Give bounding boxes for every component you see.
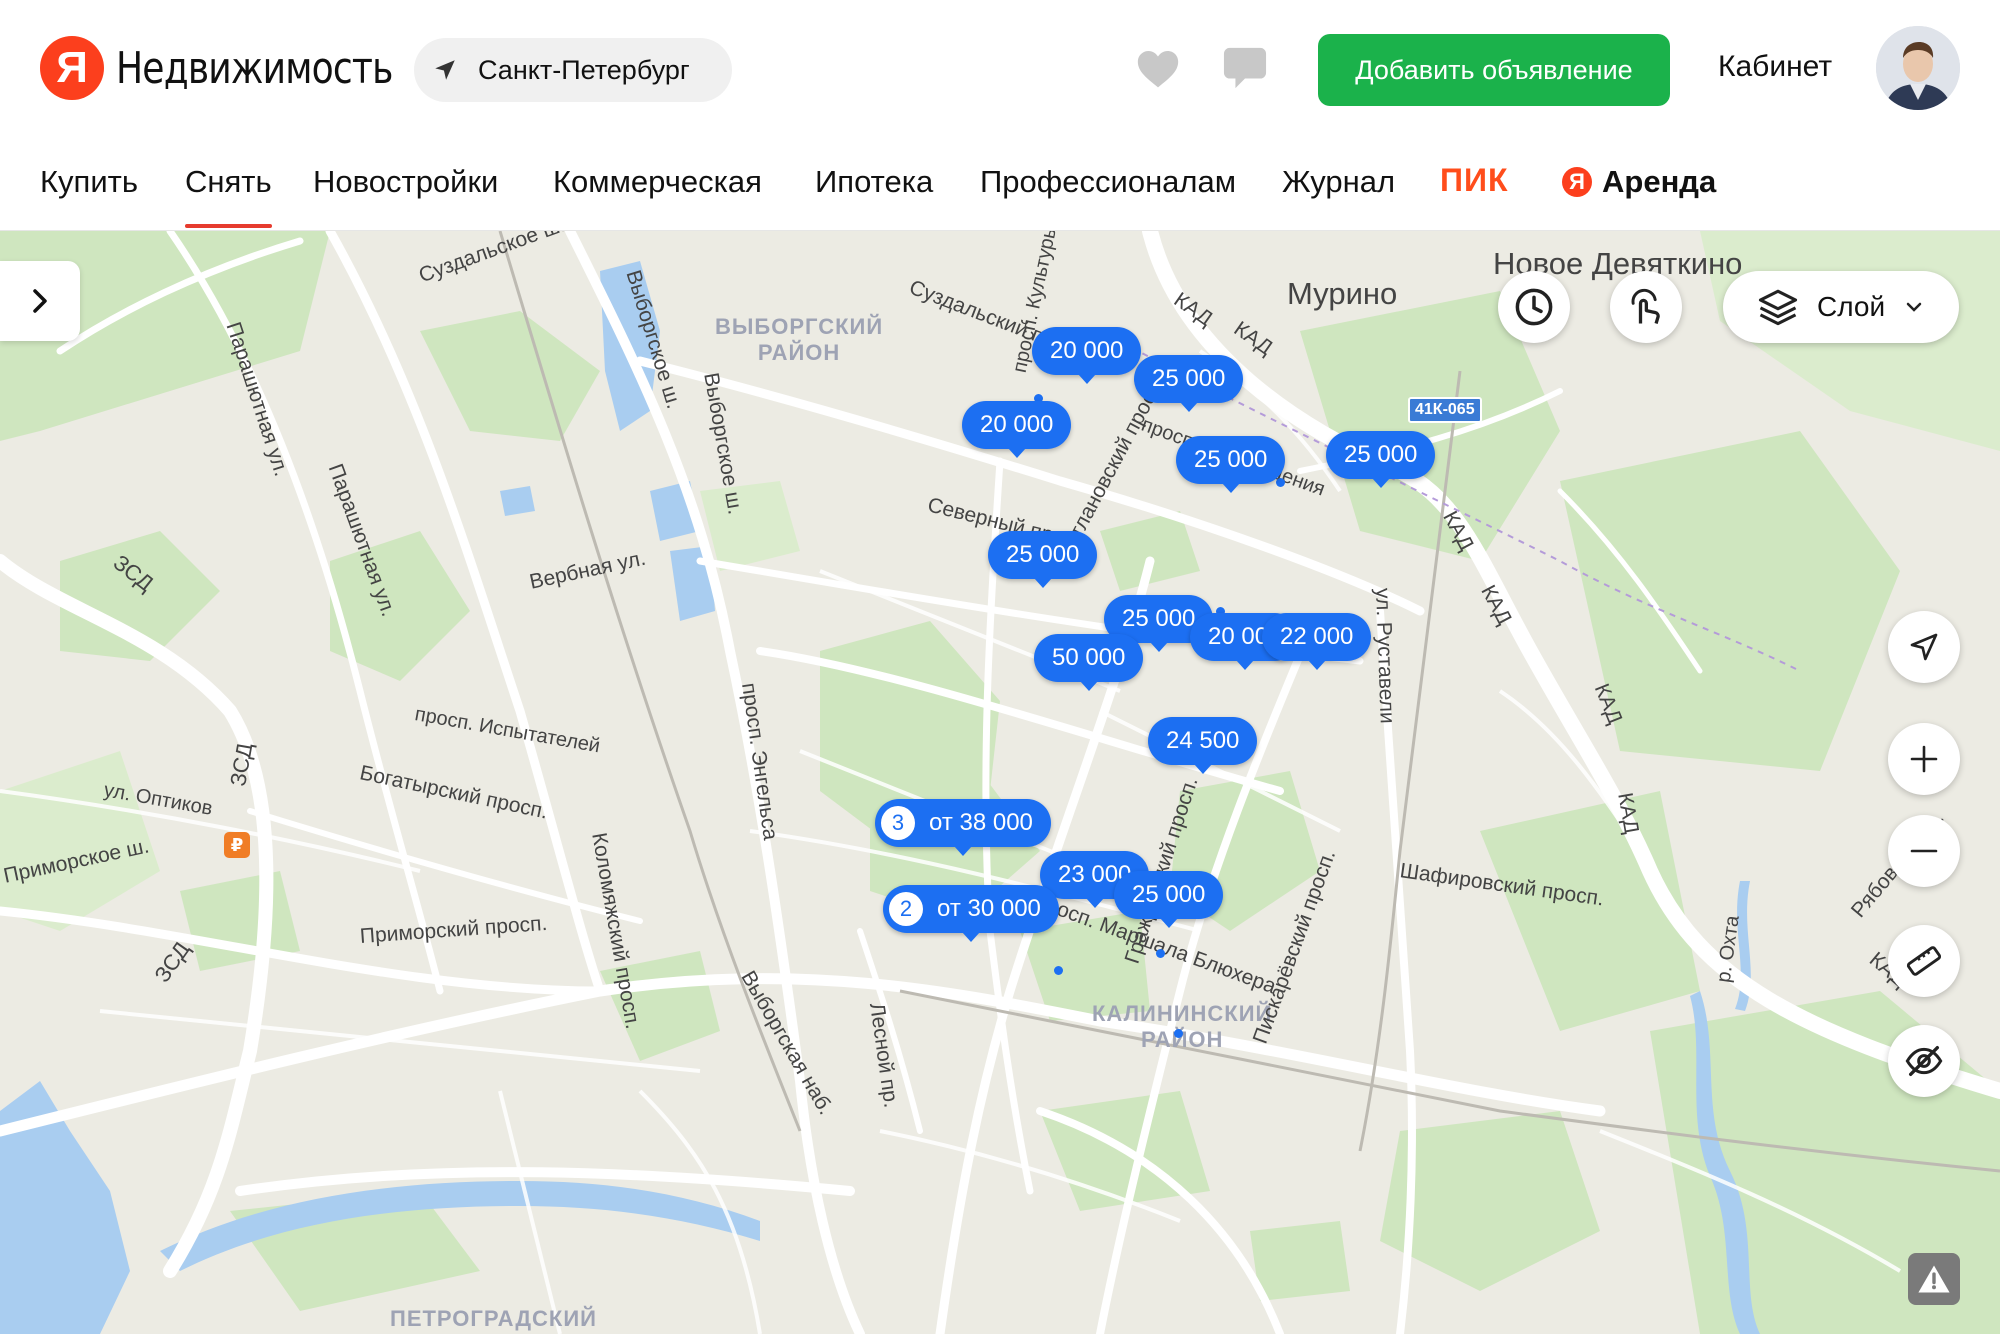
city-selector[interactable]: Санкт-Петербург — [414, 38, 732, 102]
price-pin-cluster[interactable]: 3 от 38 000 — [875, 799, 1051, 856]
add-listing-button[interactable]: Добавить объявление — [1318, 34, 1670, 106]
heart-icon — [1137, 51, 1179, 88]
listing-dot[interactable] — [1276, 478, 1285, 487]
price-pin[interactable]: 20 000 — [962, 401, 1072, 458]
header: Я Недвижимость Санкт-Петербург Добавить … — [0, 0, 2000, 140]
my-location-button[interactable] — [1888, 611, 1960, 683]
nav-item-pik[interactable]: ПИК — [1440, 162, 1509, 199]
nav-item-journal[interactable]: Журнал — [1282, 164, 1395, 200]
yandex-logo-icon: Я — [1562, 167, 1592, 197]
nav-item-mortgage[interactable]: Ипотека — [815, 164, 933, 200]
city-label: Санкт-Петербург — [478, 54, 690, 85]
price-pin[interactable]: 25 000 — [1176, 436, 1286, 493]
yandex-logo-icon: Я — [40, 36, 104, 100]
price-pin[interactable]: 50 000 — [1034, 634, 1144, 691]
price-pin[interactable]: 22 000 — [1262, 613, 1372, 670]
zoom-in-icon — [1910, 745, 1938, 773]
listing-dot[interactable] — [1156, 949, 1165, 958]
price-pin[interactable]: 25 000 — [988, 531, 1098, 588]
ruler-icon — [1906, 946, 1942, 976]
navigate-arrow-icon — [1910, 633, 1938, 661]
chevron-right-icon — [33, 289, 47, 313]
avatar[interactable] — [1876, 26, 1960, 110]
layers-button[interactable]: Слой — [1723, 271, 1959, 343]
price-label: 24 500 — [1166, 727, 1240, 754]
price-label: 25 000 — [1152, 365, 1226, 392]
district-label: ВЫБОРГСКИЙ РАЙОН — [715, 314, 884, 365]
main-navigation: Купить Снять Новостройки Коммерческая Ип… — [0, 140, 2000, 231]
nav-item-buy[interactable]: Купить — [40, 164, 138, 200]
price-label: 22 000 — [1280, 623, 1354, 650]
favorites-button[interactable] — [1136, 48, 1180, 95]
price-label: от 38 000 — [929, 809, 1033, 836]
district-label: ПЕТРОГРАДСКИЙ — [390, 1306, 597, 1331]
cluster-count: 2 — [889, 892, 923, 926]
nav-item-rent[interactable]: Снять — [185, 164, 272, 228]
report-error-button[interactable] — [1908, 1253, 1960, 1305]
price-pin[interactable]: 25 000 — [1114, 871, 1224, 928]
layers-label: Слой — [1817, 291, 1886, 322]
price-label: 20 000 — [980, 411, 1054, 438]
nav-item-new-buildings[interactable]: Новостройки — [313, 164, 498, 200]
chevron-down-icon — [1906, 302, 1922, 312]
cabinet-link[interactable]: Кабинет — [1718, 50, 1832, 84]
draw-area-icon — [1631, 288, 1660, 324]
road-number-sign: 41К-065 — [1408, 397, 1482, 423]
map-base — [0, 231, 2000, 1334]
street-label: ул. Руставели — [1371, 587, 1399, 724]
price-label: от 30 000 — [937, 895, 1041, 922]
listing-dot[interactable] — [1054, 966, 1063, 975]
history-button[interactable] — [1498, 271, 1570, 343]
history-clock-icon — [1515, 288, 1553, 326]
nav-item-arenda[interactable]: Я Аренда — [1562, 164, 1716, 200]
arenda-label: Аренда — [1602, 164, 1717, 199]
metro-icon: ₽ — [224, 832, 250, 858]
zoom-in-button[interactable] — [1888, 723, 1960, 795]
zoom-out-button[interactable] — [1888, 815, 1960, 887]
ruler-button[interactable] — [1888, 925, 1960, 997]
layers-icon — [1758, 289, 1798, 326]
price-label: 25 000 — [1344, 441, 1418, 468]
chat-icon — [1223, 47, 1267, 89]
location-arrow-icon — [435, 60, 455, 80]
hide-listings-button[interactable] — [1888, 1025, 1960, 1097]
price-pin[interactable]: 20 000 — [1032, 327, 1142, 384]
map[interactable]: ВЫБОРГСКИЙ РАЙОН КАЛИНИНСКИЙ РАЙОН ПЕТРОГР… — [0, 231, 2000, 1334]
price-label: 25 000 — [1194, 446, 1268, 473]
town-label: Мурино — [1287, 276, 1398, 311]
cluster-count: 3 — [881, 806, 915, 840]
listing-dot[interactable] — [1174, 1029, 1183, 1038]
draw-area-button[interactable] — [1610, 271, 1682, 343]
logo[interactable]: Я Недвижимость — [40, 34, 453, 102]
user-photo — [1876, 26, 1960, 110]
logo-text: Недвижимость — [116, 42, 393, 94]
price-pin[interactable]: 25 000 — [1326, 431, 1436, 488]
zoom-out-icon — [1910, 849, 1938, 853]
price-label: 50 000 — [1052, 644, 1126, 671]
nav-item-professionals[interactable]: Профессионалам — [980, 164, 1236, 200]
district-label: КАЛИНИНСКИЙ РАЙОН — [1092, 1001, 1273, 1052]
nav-item-commercial[interactable]: Коммерческая — [553, 164, 762, 200]
messages-button[interactable] — [1222, 46, 1268, 95]
price-label: 25 000 — [1122, 605, 1196, 632]
price-label: 20 000 — [1050, 337, 1124, 364]
price-label: 25 000 — [1006, 541, 1080, 568]
price-pin-cluster[interactable]: 2 от 30 000 — [883, 885, 1059, 942]
price-pin[interactable]: 24 500 — [1148, 717, 1258, 774]
hide-eye-icon — [1905, 1046, 1943, 1076]
filters-panel-toggle[interactable] — [0, 261, 80, 341]
price-label: 25 000 — [1132, 881, 1206, 908]
warning-icon — [1918, 1265, 1950, 1293]
price-pin[interactable]: 25 000 — [1134, 355, 1244, 412]
